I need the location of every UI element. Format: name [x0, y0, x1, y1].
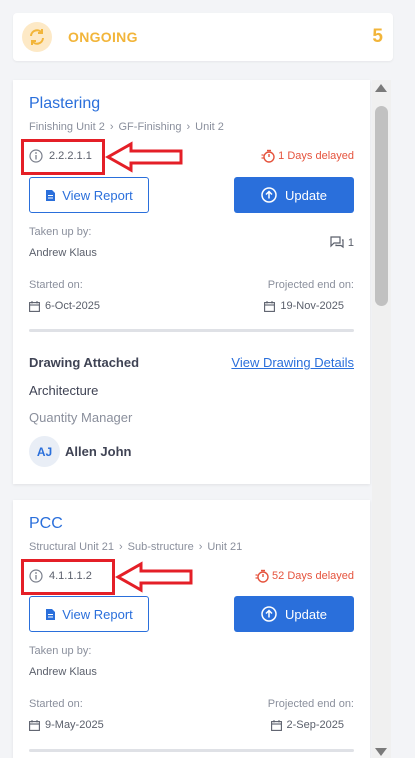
started-date-value: 6-Oct-2025	[45, 300, 101, 312]
annotation-highlight	[21, 139, 105, 175]
chevron-right-icon: ›	[186, 121, 191, 133]
breadcrumb-item: GF-Finishing	[118, 121, 182, 133]
assignee-name: Allen John	[65, 444, 132, 459]
scroll-down-arrow-icon[interactable]	[375, 748, 387, 756]
calendar-icon	[264, 300, 276, 312]
task-card[interactable]: Plastering Finishing Unit 2 › GF-Finishi…	[13, 80, 370, 484]
projected-label: Projected end on:	[267, 279, 354, 291]
projected-label: Projected end on:	[267, 698, 354, 710]
divider	[29, 329, 354, 332]
comments-icon	[330, 236, 344, 249]
view-report-label: View Report	[62, 187, 133, 203]
delay-text: 52 Days delayed	[272, 570, 354, 582]
taken-up-label: Taken up by:	[29, 226, 92, 238]
drawing-attached-label: Drawing Attached	[29, 355, 140, 370]
comments-count[interactable]: 1	[330, 236, 354, 249]
view-report-button[interactable]: View Report	[29, 177, 149, 213]
task-title[interactable]: PCC	[29, 515, 63, 533]
discipline-label: Architecture	[29, 383, 99, 398]
annotation-arrow-icon	[105, 141, 183, 173]
upload-icon	[261, 187, 277, 203]
calendar-icon	[29, 300, 40, 312]
upload-icon	[261, 606, 277, 622]
view-report-label: View Report	[62, 606, 133, 622]
breadcrumb-item: Sub-structure	[127, 541, 194, 553]
update-button[interactable]: Update	[234, 596, 354, 632]
chevron-right-icon: ›	[198, 541, 203, 553]
delay-status: 1 Days delayed	[261, 149, 354, 163]
started-label: Started on:	[29, 279, 83, 291]
projected-date-value: 19-Nov-2025	[280, 300, 344, 312]
status-count: 5	[372, 26, 383, 47]
delay-text: 1 Days delayed	[278, 150, 354, 162]
ongoing-header[interactable]: ONGOING 5	[13, 13, 393, 61]
annotation-highlight	[21, 559, 115, 595]
annotation-arrow-icon	[115, 561, 193, 593]
projected-date: 2-Sep-2025	[270, 719, 345, 731]
breadcrumb: Finishing Unit 2 › GF-Finishing › Unit 2	[29, 121, 224, 133]
scrollbar[interactable]	[372, 80, 391, 758]
calendar-icon	[29, 719, 40, 731]
view-drawing-details-link[interactable]: View Drawing Details	[231, 355, 354, 370]
projected-date: 19-Nov-2025	[264, 300, 344, 312]
started-date: 6-Oct-2025	[29, 300, 100, 312]
task-title[interactable]: Plastering	[29, 95, 100, 113]
chevron-right-icon: ›	[109, 121, 114, 133]
chevron-right-icon: ›	[118, 541, 123, 553]
calendar-icon	[270, 719, 282, 731]
started-label: Started on:	[29, 698, 83, 710]
document-icon	[46, 608, 56, 620]
scroll-up-arrow-icon[interactable]	[375, 84, 387, 92]
avatar: AJ	[29, 436, 60, 467]
role-label: Quantity Manager	[29, 410, 133, 425]
divider	[29, 749, 354, 752]
breadcrumb-item: Structural Unit 21	[29, 541, 114, 553]
taken-up-label: Taken up by:	[29, 645, 92, 657]
breadcrumb-item: Unit 2	[195, 121, 224, 133]
started-date: 9-May-2025	[29, 719, 104, 731]
task-card[interactable]: PCC Structural Unit 21 › Sub-structure ›…	[13, 500, 370, 758]
breadcrumb-item: Finishing Unit 2	[29, 121, 105, 133]
stopwatch-icon	[255, 569, 269, 583]
update-label: Update	[285, 606, 327, 622]
breadcrumb: Structural Unit 21 › Sub-structure › Uni…	[29, 541, 242, 553]
comments-count-value: 1	[347, 236, 354, 249]
breadcrumb-item: Unit 21	[207, 541, 243, 553]
stopwatch-icon	[261, 149, 275, 163]
update-label: Update	[285, 187, 327, 203]
view-report-button[interactable]: View Report	[29, 596, 149, 632]
started-date-value: 9-May-2025	[45, 719, 104, 731]
projected-date-value: 2-Sep-2025	[286, 719, 345, 731]
taken-up-value: Andrew Klaus	[29, 247, 97, 259]
task-list[interactable]: Plastering Finishing Unit 2 › GF-Finishi…	[0, 78, 415, 758]
status-title: ONGOING	[68, 29, 138, 45]
document-icon	[46, 189, 56, 201]
taken-up-value: Andrew Klaus	[29, 666, 97, 678]
sync-icon	[22, 22, 52, 52]
delay-status: 52 Days delayed	[255, 569, 354, 583]
update-button[interactable]: Update	[234, 177, 354, 213]
scrollbar-thumb[interactable]	[375, 106, 388, 306]
